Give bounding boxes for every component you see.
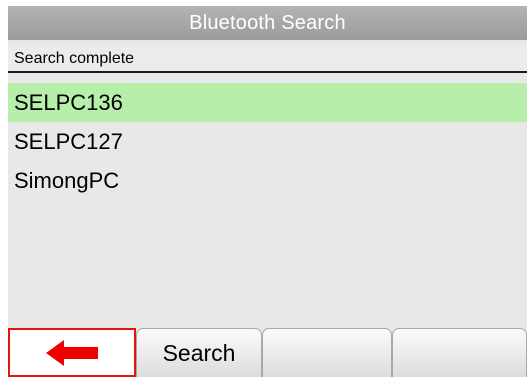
device-name: SELPC127 xyxy=(14,128,123,154)
device-name: SELPC136 xyxy=(14,89,123,115)
device-list-item[interactable]: SimongPC xyxy=(8,161,527,200)
page-title: Bluetooth Search xyxy=(189,11,346,34)
status-bar: Search complete xyxy=(8,46,527,73)
softkey-4[interactable] xyxy=(392,328,527,377)
status-text: Search complete xyxy=(14,49,135,67)
device-list: SELPC136 SELPC127 SimongPC xyxy=(8,83,527,200)
back-button[interactable] xyxy=(8,328,136,377)
search-button-label: Search xyxy=(162,339,236,366)
left-arrow-icon xyxy=(46,339,98,366)
bluetooth-search-screen: Bluetooth Search Search complete SELPC13… xyxy=(8,6,527,377)
softkey-bar: Search xyxy=(8,328,527,377)
title-bar: Bluetooth Search xyxy=(8,6,527,40)
device-name: SimongPC xyxy=(14,167,120,193)
device-list-item[interactable]: SELPC136 xyxy=(8,83,527,122)
device-list-item[interactable]: SELPC127 xyxy=(8,122,527,161)
softkey-3[interactable] xyxy=(262,328,392,377)
search-button[interactable]: Search xyxy=(136,328,262,377)
